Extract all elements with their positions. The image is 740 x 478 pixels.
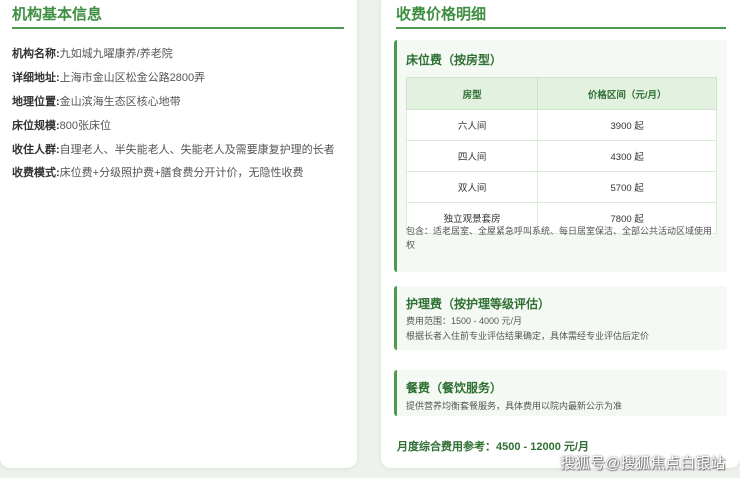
care-fee-card: 护理费（按护理等级评估） 费用范围：1500 - 4000 元/月 根据长者入住… xyxy=(394,286,727,350)
price-detail-title: 收费价格明细 xyxy=(396,6,487,23)
price-cell: 4300 起 xyxy=(537,140,717,172)
basic-info-panel: 机构基本信息 机构名称:九如城九曜康养/养老院 详细地址:上海市金山区松金公路2… xyxy=(0,0,357,468)
info-row-fee-mode: 收费模式:床位费+分级照护费+膳食费分开计价，无隐性收费 xyxy=(12,166,304,180)
price-cell: 3900 起 xyxy=(537,109,717,141)
info-label: 机构名称: xyxy=(12,48,60,60)
room-type-cell: 双人间 xyxy=(405,171,539,203)
info-value: 金山滨海生态区核心地带 xyxy=(59,96,181,108)
info-row-address: 详细地址:上海市金山区松金公路2800弄 xyxy=(12,71,205,85)
title-divider xyxy=(12,27,344,29)
info-label: 详细地址: xyxy=(12,72,60,84)
column-header-room-type: 房型 xyxy=(405,77,539,110)
source-watermark: 搜狐号@搜狐焦点白银站 xyxy=(560,455,726,472)
info-row-name: 机构名称:九如城九曜康养/养老院 xyxy=(12,47,173,61)
table-header-row: 房型 价格区间（元/月） xyxy=(405,77,717,110)
bed-fee-note: 包含：适老居室、全屋紧急呼叫系统、每日居室保洁、全部公共活动区域使用权 xyxy=(406,226,713,250)
info-value: 自理老人、半失能老人、失能老人及需要康复护理的长者 xyxy=(59,144,335,156)
care-fee-desc: 根据长者入住前专业评估结果确定，具体需经专业评估后定价 xyxy=(406,331,650,341)
room-type-cell: 六人间 xyxy=(405,109,539,141)
bed-fee-title: 床位费（按房型） xyxy=(406,53,503,67)
info-row-beds: 床位规模:800张床位 xyxy=(12,119,111,133)
column-header-price: 价格区间（元/月） xyxy=(537,77,717,110)
info-value: 800张床位 xyxy=(59,120,112,132)
care-fee-range: 费用范围：1500 - 4000 元/月 xyxy=(406,316,523,326)
info-value: 床位费+分级照护费+膳食费分开计价，无隐性收费 xyxy=(59,167,304,179)
info-label: 床位规模: xyxy=(12,120,60,132)
basic-info-title: 机构基本信息 xyxy=(12,6,103,23)
info-label: 收住人群: xyxy=(12,144,60,156)
table-row: 双人间 5700 起 xyxy=(405,171,717,203)
bed-price-table: 房型 价格区间（元/月） 六人间 3900 起 四人间 4300 起 双人间 5… xyxy=(405,77,717,234)
table-row: 六人间 3900 起 xyxy=(405,109,717,141)
info-label: 地理位置: xyxy=(12,96,60,108)
price-detail-panel: 收费价格明细 床位费（按房型） 房型 价格区间（元/月） 六人间 3900 起 … xyxy=(381,0,740,468)
bed-fee-card: 床位费（按房型） 房型 价格区间（元/月） 六人间 3900 起 四人间 430… xyxy=(394,40,727,272)
care-fee-title: 护理费（按护理等级评估） xyxy=(406,297,551,311)
meal-fee-title: 餐费（餐饮服务） xyxy=(406,381,503,395)
table-row: 四人间 4300 起 xyxy=(405,140,717,172)
meal-fee-card: 餐费（餐饮服务） 提供营养均衡套餐服务，具体费用以院内最新公示为准 xyxy=(394,370,727,416)
info-value: 九如城九曜康养/养老院 xyxy=(59,48,173,60)
title-divider xyxy=(396,27,726,29)
meal-fee-desc: 提供营养均衡套餐服务，具体费用以院内最新公示为准 xyxy=(406,401,623,411)
info-row-residents: 收住人群:自理老人、半失能老人、失能老人及需要康复护理的长者 xyxy=(12,143,335,157)
info-row-location: 地理位置:金山滨海生态区核心地带 xyxy=(12,95,181,109)
price-cell: 5700 起 xyxy=(537,171,717,203)
info-label: 收费模式: xyxy=(12,167,60,179)
info-value: 上海市金山区松金公路2800弄 xyxy=(59,72,206,84)
room-type-cell: 四人间 xyxy=(405,140,539,172)
